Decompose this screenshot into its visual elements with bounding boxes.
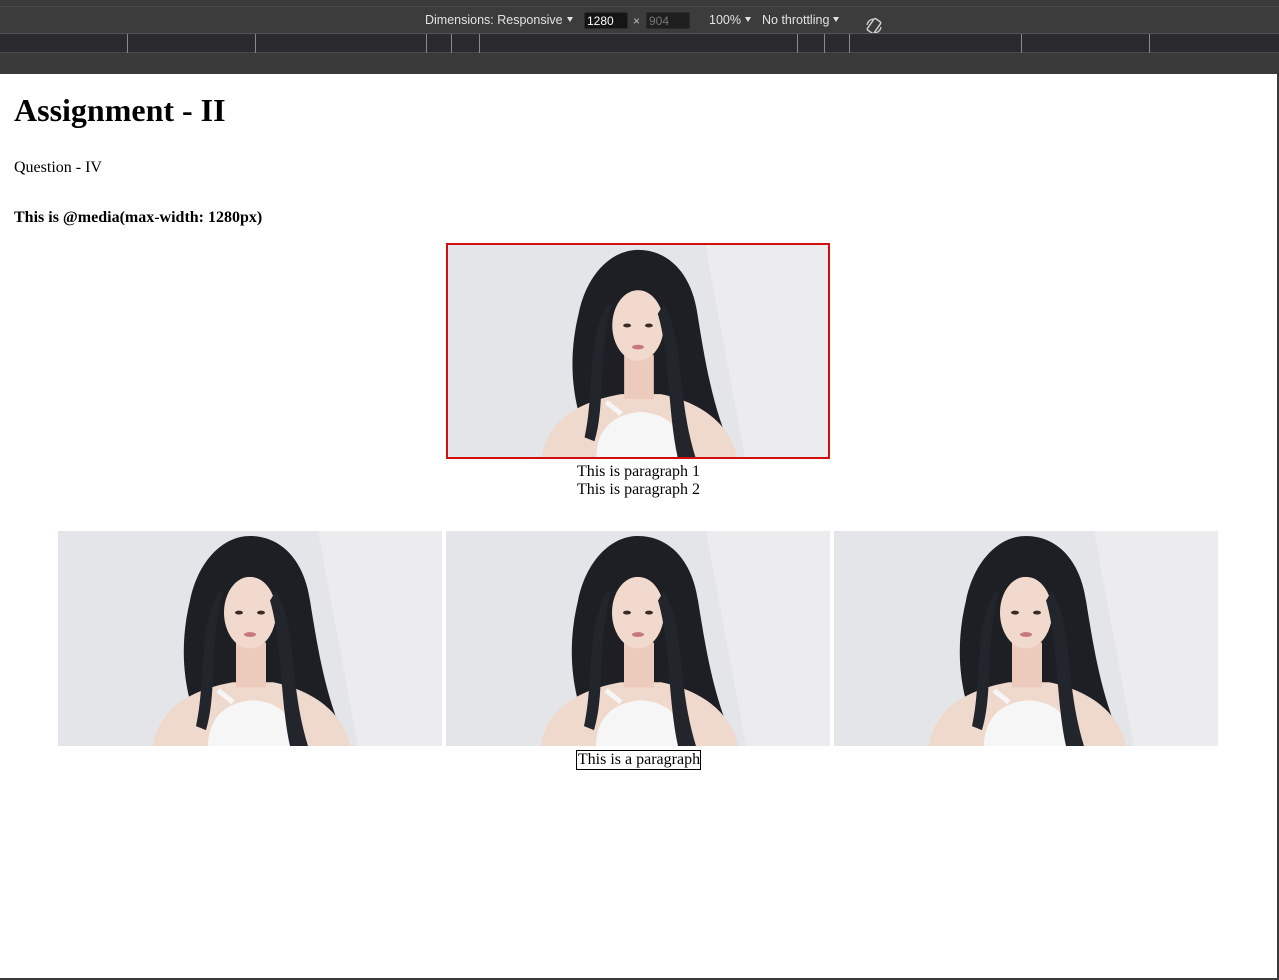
zoom-label: 100% — [709, 13, 741, 27]
width-input[interactable] — [584, 12, 628, 29]
dimensions-label: Dimensions: Responsive — [425, 13, 563, 27]
media-query-note: This is @media(max-width: 1280px) — [14, 209, 263, 226]
dimensions-dropdown[interactable]: Dimensions: Responsive — [425, 7, 573, 34]
main-portrait-image — [446, 243, 830, 459]
zoom-dropdown[interactable]: 100% — [709, 7, 751, 34]
paragraph-1: This is paragraph 1 — [576, 463, 701, 480]
device-toolbar-row: Dimensions: Responsive × 100% No throttl… — [0, 6, 1279, 35]
chevron-down-icon — [833, 17, 840, 22]
device-toolbar-strip — [0, 53, 1279, 74]
paragraph-2: This is paragraph 2 — [576, 481, 701, 498]
page-viewport: Assignment - II Question - IV This is @m… — [0, 74, 1277, 978]
times-symbol: × — [633, 14, 641, 28]
throttling-dropdown[interactable]: No throttling — [762, 7, 840, 34]
boxed-paragraph-container: This is a paragraph — [0, 750, 1277, 770]
question-label: Question - IV — [14, 159, 102, 176]
page-title: Assignment - II — [14, 92, 226, 128]
devtools-device-toolbar: Dimensions: Responsive × 100% No throttl… — [0, 0, 1279, 74]
gallery-image-2 — [446, 531, 830, 746]
height-input[interactable] — [646, 12, 690, 29]
chevron-down-icon — [744, 17, 751, 22]
gallery-image-1 — [58, 531, 442, 746]
gallery-image-3 — [834, 531, 1218, 746]
throttling-label: No throttling — [762, 13, 830, 27]
media-query-ruler[interactable] — [0, 33, 1279, 53]
chevron-down-icon — [566, 17, 573, 22]
boxed-paragraph: This is a paragraph — [575, 750, 702, 770]
